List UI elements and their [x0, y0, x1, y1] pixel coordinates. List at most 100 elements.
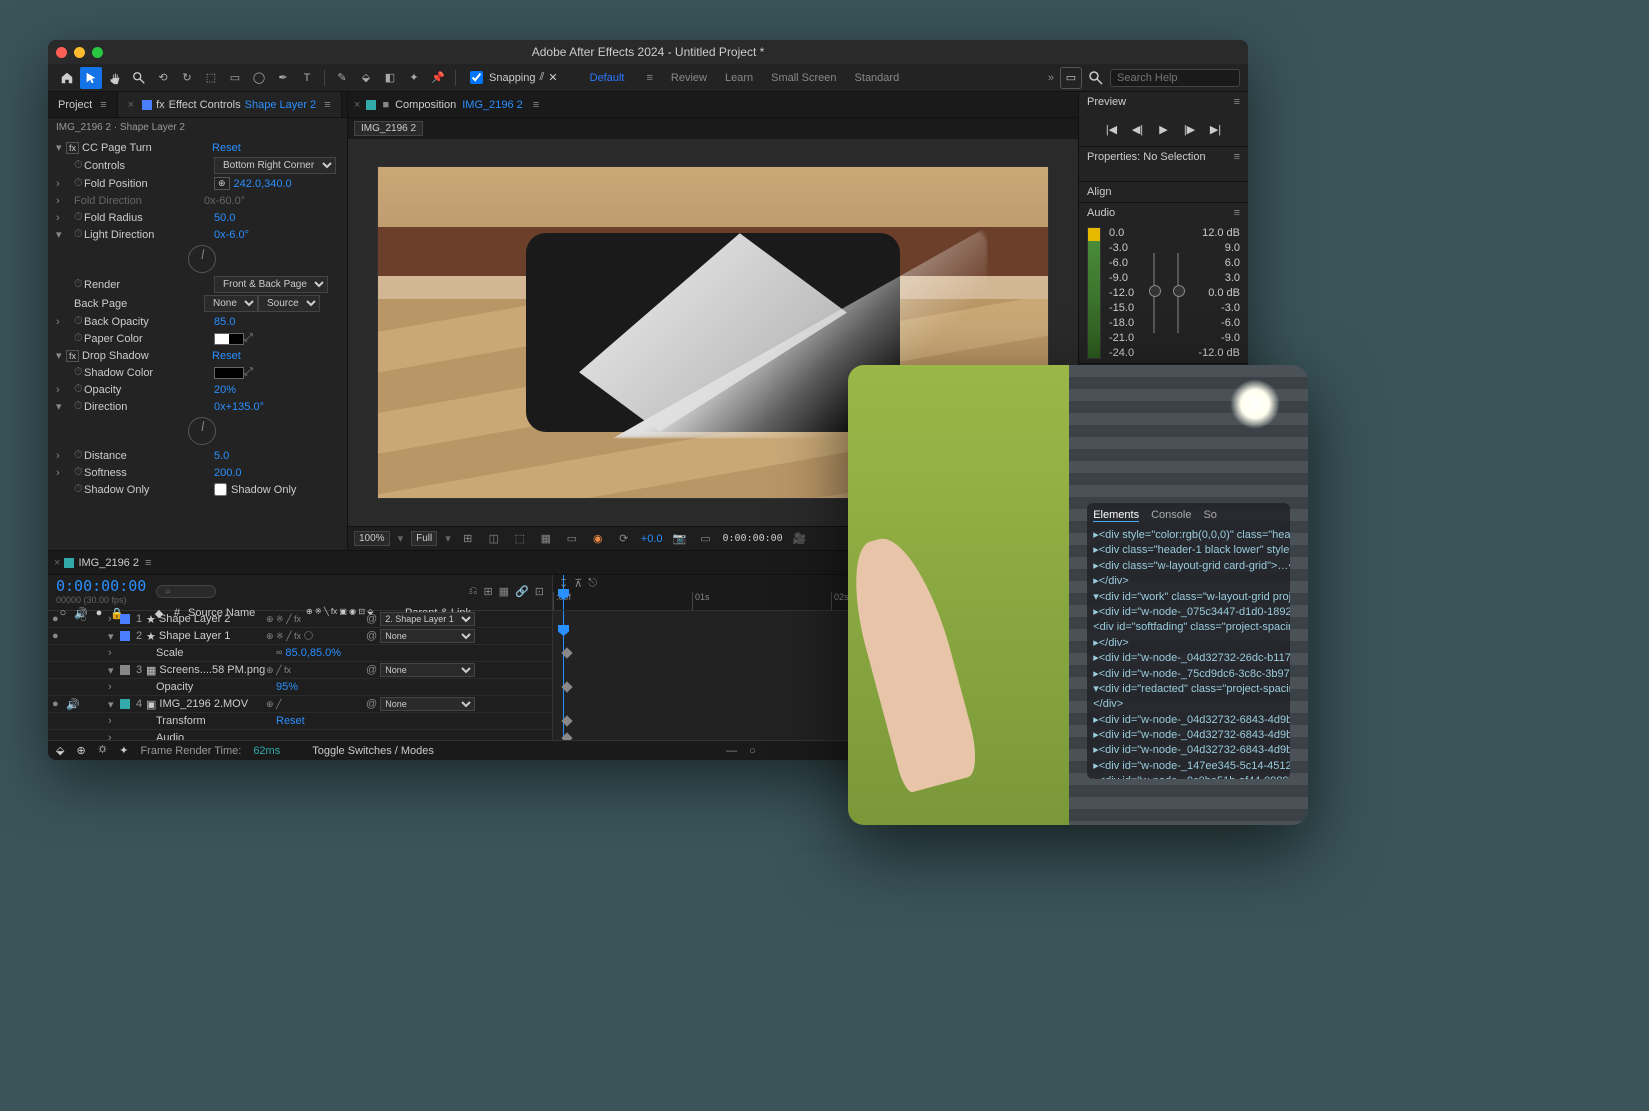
fx-target-link[interactable]: Shape Layer 2 — [245, 99, 317, 111]
workspace-standard[interactable]: Standard — [855, 72, 900, 84]
devtools-tab-elements[interactable]: Elements — [1093, 509, 1139, 522]
property-value[interactable]: 242.0,340.0 — [234, 178, 292, 190]
audio-level-slider-l[interactable] — [1153, 253, 1155, 333]
stopwatch-icon[interactable]: ⏱ — [74, 400, 84, 413]
effect-property-row[interactable]: ›⏱Softness200.0 — [48, 464, 347, 481]
last-frame-button[interactable]: ▶| — [1207, 120, 1225, 138]
property-checkbox[interactable] — [214, 483, 227, 496]
home-tool[interactable] — [56, 67, 78, 89]
effect-property-row[interactable]: ›⏱Fold Radius50.0 — [48, 209, 347, 226]
layer-name[interactable]: ★Shape Layer 2 — [146, 613, 266, 626]
stopwatch-icon[interactable]: ⏱ — [74, 315, 84, 328]
property-row[interactable]: ›Scale∞ 85.0,85.0% — [48, 645, 552, 662]
property-value[interactable]: 95% — [276, 681, 298, 693]
twirl-icon[interactable]: ▾ — [108, 698, 118, 711]
effect-property-row[interactable]: ⏱Paper Color ⤢ — [48, 330, 347, 347]
label-color[interactable] — [120, 614, 130, 624]
devtools-tab-sources[interactable]: So — [1203, 509, 1216, 522]
stopwatch-icon[interactable]: ⏱ — [74, 159, 84, 172]
clone-tool[interactable]: ⬙ — [355, 67, 377, 89]
panel-menu-icon[interactable]: ≡ — [145, 557, 151, 569]
twirl-icon[interactable]: ▾ — [56, 349, 66, 362]
tl-footer-icon[interactable]: ✦ — [119, 744, 128, 757]
play-button[interactable]: ▶ — [1155, 120, 1173, 138]
effect-property-row[interactable]: ▾⏱Light Direction0x-6.0° — [48, 226, 347, 243]
comp-marker[interactable]: IMG_2196 2 — [354, 121, 423, 136]
property-value[interactable]: 0x+135.0° — [214, 401, 264, 413]
property-row[interactable]: ›Opacity 95% — [48, 679, 552, 696]
transparency-grid-icon[interactable]: ⊞ — [459, 531, 477, 547]
panel-menu-icon[interactable]: ≡ — [533, 99, 539, 111]
roto-tool[interactable]: ✦ — [403, 67, 425, 89]
reset-exposure-icon[interactable]: ⟳ — [615, 531, 633, 547]
current-timecode[interactable]: 0:00:00:00 — [56, 577, 146, 595]
layer-name[interactable]: ▣IMG_2196 2.MOV — [146, 698, 266, 711]
property-dropdown[interactable]: Source — [258, 295, 320, 312]
solo-toggle[interactable]: ○ — [80, 613, 94, 625]
workspace-review[interactable]: Review — [671, 72, 707, 84]
twirl-icon[interactable]: › — [108, 681, 118, 693]
tl-footer-icon[interactable]: ⊕ — [76, 744, 85, 757]
property-value[interactable]: 85.0,85.0% — [285, 647, 341, 659]
twirl-icon[interactable]: ▾ — [56, 141, 66, 154]
comp-tab-target[interactable]: IMG_2196 2 — [462, 99, 523, 111]
exposure-value[interactable]: +0.0 — [641, 533, 663, 545]
fx-badge-icon[interactable]: fx — [66, 142, 79, 154]
angle-dial[interactable] — [188, 245, 216, 273]
close-tab-icon[interactable]: × — [354, 99, 360, 111]
tl-option-icon[interactable]: ⊡ — [535, 585, 544, 598]
twirl-icon[interactable]: ▾ — [108, 664, 118, 677]
zoom-dropdown[interactable]: 100% — [354, 531, 390, 546]
devtools-tab-console[interactable]: Console — [1151, 509, 1191, 522]
color-swatch[interactable] — [214, 367, 244, 379]
first-frame-button[interactable]: |◀ — [1103, 120, 1121, 138]
stopwatch-icon[interactable]: ⏱ — [74, 366, 84, 379]
twirl-icon[interactable]: ▾ — [56, 400, 66, 413]
zoom-tool[interactable] — [128, 67, 150, 89]
panel-menu-icon[interactable]: ≡ — [324, 99, 330, 111]
puppet-tool[interactable]: 📌 — [427, 67, 449, 89]
mask-icon[interactable]: ◫ — [485, 531, 503, 547]
parent-dropdown[interactable]: None — [380, 663, 475, 677]
visibility-toggle[interactable]: ● — [52, 698, 66, 710]
stopwatch-icon[interactable]: ⏱ — [74, 483, 84, 496]
tl-option-icon[interactable]: 🔗 — [515, 585, 529, 598]
stopwatch-icon[interactable]: ⏱ — [74, 278, 84, 291]
search-input[interactable] — [1110, 69, 1240, 87]
effect-property-row[interactable]: ›⏱Distance5.0 — [48, 447, 347, 464]
stopwatch-icon[interactable]: ⏱ — [74, 383, 84, 396]
parent-dropdown[interactable]: None — [380, 629, 475, 643]
switches[interactable]: ⊕ ╱ fx — [266, 665, 366, 676]
pickwhip-icon[interactable]: @ — [366, 664, 377, 676]
twirl-icon[interactable]: ▾ — [108, 630, 118, 643]
effect-property-row[interactable]: ⏱RenderFront & Back Page — [48, 275, 347, 294]
twirl-icon[interactable]: › — [56, 316, 66, 328]
property-dropdown[interactable]: Front & Back Page — [214, 276, 328, 293]
snapping-toggle[interactable]: Snapping ⫽ ✕ — [470, 71, 558, 84]
property-row[interactable]: ›Audio — [48, 730, 552, 740]
fx-badge-icon[interactable]: fx — [66, 350, 79, 362]
close-tab-icon[interactable]: × — [54, 557, 60, 569]
property-value[interactable]: 20% — [214, 384, 236, 396]
effect-property-row[interactable]: ›⏱Fold Position⊕242.0,340.0 — [48, 175, 347, 192]
twirl-icon[interactable]: › — [108, 647, 118, 659]
snapshot-icon[interactable]: 📷 — [670, 531, 688, 547]
twirl-icon[interactable]: › — [56, 467, 66, 479]
visibility-toggle[interactable]: ● — [52, 613, 66, 625]
hamburger-icon[interactable]: ≡ — [646, 72, 652, 84]
switches[interactable]: ⊕ ╱ — [266, 699, 366, 710]
workspace-learn[interactable]: Learn — [725, 72, 753, 84]
tl-option-icon[interactable]: ⊞ — [483, 585, 492, 598]
next-frame-button[interactable]: |▶ — [1181, 120, 1199, 138]
toggle-switches-button[interactable]: Toggle Switches / Modes — [312, 745, 434, 757]
workspace-menu-button[interactable]: ▭ — [1060, 67, 1082, 89]
tl-option-icon[interactable]: ⎌ — [469, 585, 478, 598]
panel-menu-icon[interactable]: ≡ — [1234, 96, 1240, 108]
twirl-icon[interactable]: › — [108, 732, 118, 740]
twirl-icon[interactable]: › — [108, 715, 118, 727]
property-row[interactable]: ›Transform Reset — [48, 713, 552, 730]
tl-icon[interactable]: ⎋ — [588, 577, 597, 590]
close-tab-icon[interactable]: × — [128, 99, 134, 111]
camera-icon[interactable]: 🎥 — [791, 531, 809, 547]
property-value[interactable]: Reset — [276, 715, 305, 727]
